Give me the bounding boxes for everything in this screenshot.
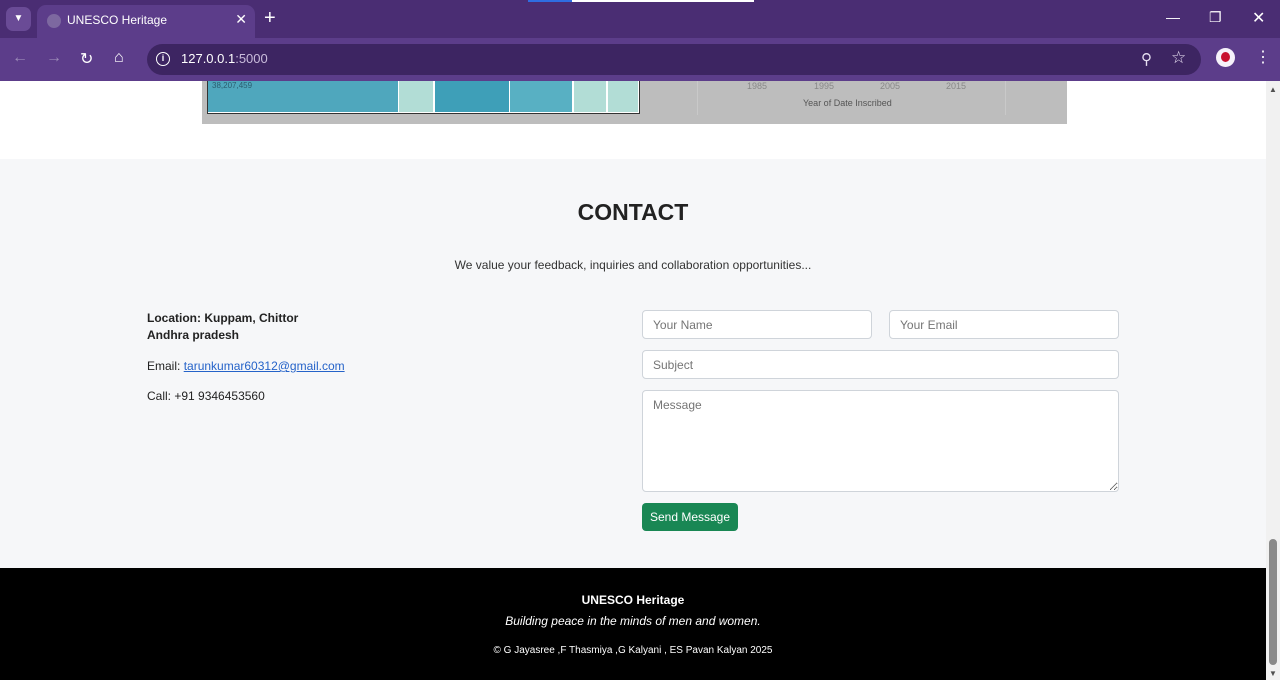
chart-gridline	[1005, 81, 1006, 115]
treemap-cell	[399, 81, 433, 112]
treemap-chart: 38,207,459	[207, 81, 640, 114]
call-info: Call: +91 9346453560	[147, 389, 265, 403]
x-tick-label: 1995	[814, 81, 835, 91]
treemap-cell	[510, 81, 572, 112]
page-scrollbar[interactable]: ▲ ▼	[1266, 81, 1280, 680]
url-text: 127.0.0.1:5000	[181, 51, 268, 66]
chart-embed: 38,207,459 1985 1995 2005 2015 Year of D…	[202, 81, 1067, 124]
footer-tagline: Building peace in the minds of men and w…	[505, 614, 761, 628]
x-tick-label: 2005	[880, 81, 901, 91]
tab-title: UNESCO Heritage	[67, 13, 168, 27]
contact-title: CONTACT	[577, 199, 689, 225]
name-input[interactable]	[642, 310, 872, 339]
subject-input[interactable]	[642, 350, 1119, 379]
footer-title: UNESCO Heritage	[581, 593, 685, 607]
home-icon[interactable]: ⌂	[114, 49, 124, 67]
treemap-cell-label: 38,207,459	[212, 81, 253, 90]
location-line-1: Location: Kuppam, Chittor	[147, 311, 299, 325]
treemap-cell	[574, 81, 606, 112]
contact-subtitle: We value your feedback, inquiries and co…	[454, 258, 812, 272]
footer-copyright: © G Jayasree ,F Thasmiya ,G Kalyani , ES…	[493, 645, 773, 656]
url-host: 127.0.0.1	[181, 51, 236, 66]
zoom-icon[interactable]: ⚲	[1141, 50, 1152, 68]
page-viewport: 38,207,459 1985 1995 2005 2015 Year of D…	[0, 81, 1266, 680]
email-info: Email: tarunkumar60312@gmail.com	[147, 359, 345, 373]
restore-icon[interactable]: ❐	[1209, 9, 1222, 26]
tab-close-icon[interactable]: ✕	[235, 11, 247, 28]
top-highlight-white	[572, 0, 754, 2]
email-input[interactable]	[889, 310, 1119, 339]
email-label: Email:	[147, 359, 184, 373]
window-close-icon[interactable]: ✕	[1252, 8, 1265, 28]
message-textarea[interactable]	[642, 390, 1119, 492]
site-footer: UNESCO Heritage Building peace in the mi…	[0, 568, 1266, 680]
url-port: :5000	[235, 51, 268, 66]
send-message-button[interactable]: Send Message	[642, 503, 738, 531]
top-highlight-blue	[528, 0, 572, 2]
chart-gridline	[697, 81, 698, 115]
x-axis-title: Year of Date Inscribed	[803, 98, 892, 108]
bookmark-star-icon[interactable]: ☆	[1171, 48, 1186, 68]
location-info: Location: Kuppam, Chittor Andhra pradesh	[147, 311, 298, 342]
reload-icon[interactable]: ↻	[80, 49, 93, 69]
location-line-2: Andhra pradesh	[147, 328, 240, 342]
minimize-icon[interactable]: —	[1166, 9, 1180, 25]
profile-avatar-icon[interactable]	[1216, 48, 1235, 67]
site-info-icon[interactable]: i	[156, 52, 170, 66]
browser-toolbar: ← → ↻ ⌂ i 127.0.0.1:5000 ⚲ ☆ ⋮	[0, 38, 1280, 81]
forward-arrow-icon[interactable]: →	[46, 49, 62, 67]
x-tick-label: 2015	[946, 81, 967, 91]
scroll-down-arrow-icon[interactable]: ▼	[1269, 669, 1277, 678]
treemap-cell	[435, 81, 509, 112]
address-bar[interactable]: i 127.0.0.1:5000 ⚲ ☆	[147, 44, 1201, 75]
treemap-cell	[608, 81, 638, 112]
scroll-thumb[interactable]	[1269, 539, 1277, 665]
browser-menu-icon[interactable]: ⋮	[1255, 47, 1271, 67]
back-arrow-icon[interactable]: ←	[12, 49, 28, 67]
scroll-up-arrow-icon[interactable]: ▲	[1269, 85, 1277, 94]
globe-icon	[47, 14, 61, 28]
treemap-cell: 38,207,459	[208, 81, 398, 112]
tab-search-chevron-down-icon[interactable]: ▼	[6, 7, 31, 31]
browser-tabstrip: ▼ UNESCO Heritage ✕ + — ❐ ✕	[0, 0, 1280, 38]
x-tick-label: 1985	[747, 81, 768, 91]
active-tab[interactable]: UNESCO Heritage ✕	[37, 5, 255, 38]
new-tab-plus-icon[interactable]: +	[264, 7, 276, 29]
email-link[interactable]: tarunkumar60312@gmail.com	[184, 359, 345, 373]
contact-section: CONTACT We value your feedback, inquirie…	[0, 159, 1266, 568]
